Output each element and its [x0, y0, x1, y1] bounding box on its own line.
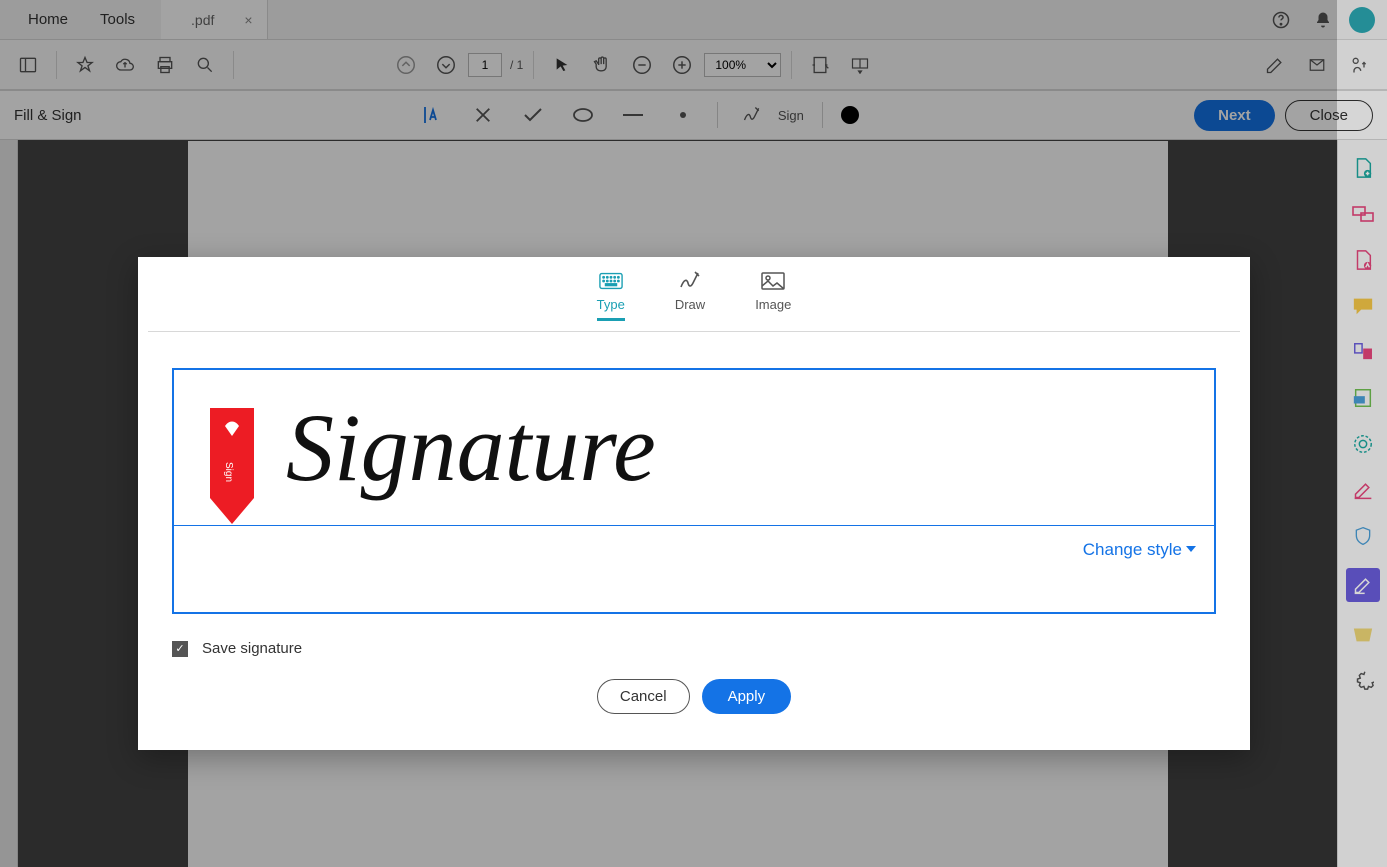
save-signature-checkbox[interactable]: ✓: [172, 641, 188, 657]
tab-draw[interactable]: Draw: [675, 271, 705, 321]
modal-backdrop-rail: [1337, 0, 1387, 867]
keyboard-icon: [599, 271, 623, 291]
signature-baseline: [174, 525, 1214, 526]
sign-flag-icon: Sign: [210, 408, 254, 524]
tab-image[interactable]: Image: [755, 271, 791, 321]
tab-type-label: Type: [597, 297, 625, 312]
save-signature-label: Save signature: [202, 640, 302, 657]
cancel-button[interactable]: Cancel: [597, 679, 690, 714]
tab-image-label: Image: [755, 297, 791, 312]
chevron-down-icon: [1186, 546, 1196, 554]
signature-text: Signature: [286, 392, 656, 503]
apply-button[interactable]: Apply: [702, 679, 792, 714]
signature-mode-tabs: Type Draw Image: [148, 257, 1240, 332]
draw-icon: [678, 271, 702, 291]
signature-modal: Type Draw Image Sign Signature Change st…: [138, 257, 1250, 750]
svg-text:Sign: Sign: [223, 462, 234, 482]
signature-input-area[interactable]: Sign Signature Change style: [172, 368, 1216, 614]
change-style-link[interactable]: Change style: [1083, 540, 1196, 560]
image-icon: [761, 271, 785, 291]
tab-type[interactable]: Type: [597, 271, 625, 321]
tab-draw-label: Draw: [675, 297, 705, 312]
